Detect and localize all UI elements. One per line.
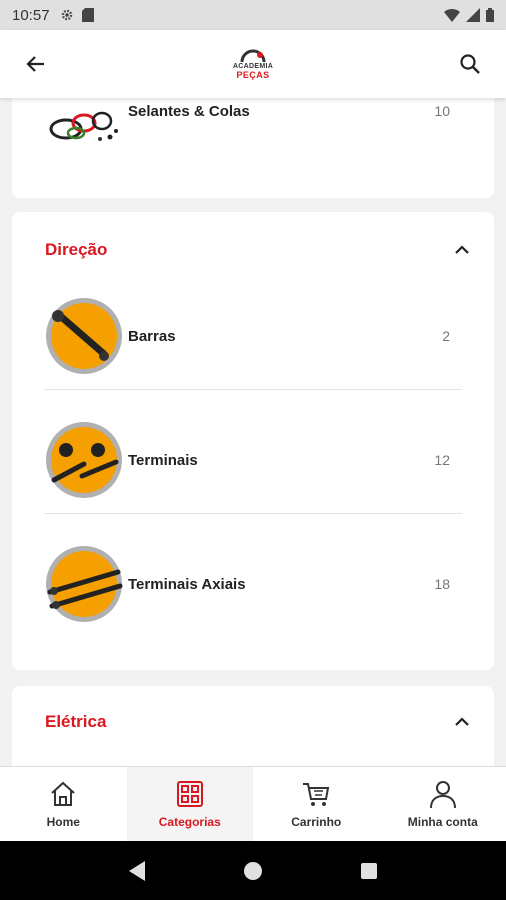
home-circle-icon[interactable]: [242, 860, 264, 882]
subcategory-label: Terminais: [128, 451, 198, 469]
settings-icon: [61, 9, 72, 21]
back-arrow-icon: [26, 56, 44, 72]
search-icon: [460, 54, 480, 74]
selantes-thumbnail: [44, 98, 124, 151]
sd-card-icon: [81, 8, 94, 22]
nav-label: Carrinho: [291, 815, 342, 829]
category-card-eletrica: Elétrica: [12, 686, 494, 766]
subcategory-label: Barras: [128, 327, 176, 345]
nav-home[interactable]: Home: [0, 767, 127, 841]
wifi-icon: [444, 8, 460, 22]
divider: [44, 389, 462, 390]
nav-label: Home: [46, 815, 80, 829]
battery-icon: [486, 8, 494, 22]
user-icon: [429, 781, 456, 809]
subcategory-count: 2: [442, 328, 450, 344]
category-card: Selantes & Colas 10: [12, 98, 494, 198]
subcategory-count: 10: [434, 103, 450, 119]
back-button[interactable]: [16, 44, 56, 84]
subcategory-count: 18: [434, 576, 450, 592]
category-list[interactable]: Selantes & Colas 10 Direção Barras 2 Ter…: [0, 98, 506, 766]
logo-text-top: ACADEMIA: [232, 62, 274, 70]
app-logo: ACADEMIA PEÇAS: [233, 49, 273, 80]
nav-label: Categorias: [158, 815, 221, 829]
recents-square-icon[interactable]: [359, 861, 379, 881]
category-header-eletrica[interactable]: Elétrica: [45, 710, 474, 734]
nav-categorias[interactable]: Categorias: [126, 767, 253, 841]
subcategory-row-terminais[interactable]: Terminais 12: [44, 415, 462, 505]
subcategory-row-selantes[interactable]: Selantes & Colas 10: [44, 98, 462, 156]
category-title: Elétrica: [45, 712, 107, 731]
status-bar: 10:57: [0, 0, 506, 30]
nav-minha-conta[interactable]: Minha conta: [380, 767, 506, 841]
home-icon: [51, 781, 75, 806]
status-time: 10:57: [12, 6, 50, 24]
chevron-up-icon[interactable]: [450, 238, 474, 262]
terminais-thumbnail: [44, 420, 124, 500]
subcategory-row-terminais-axiais[interactable]: Terminais Axiais 18: [44, 539, 462, 629]
subcategory-label: Terminais Axiais: [128, 575, 246, 593]
signal-icon: [466, 8, 480, 22]
bottom-navigation: Home Categorias Carrinho Minha conta: [0, 766, 506, 841]
grid-icon: [176, 781, 203, 807]
category-card-direcao: Direção Barras 2 Terminais 12 Terminais …: [12, 212, 494, 670]
subcategory-label: Selantes & Colas: [128, 102, 250, 120]
back-triangle-icon[interactable]: [127, 860, 147, 882]
app-bar: ACADEMIA PEÇAS: [0, 30, 506, 98]
search-button[interactable]: [450, 44, 490, 84]
system-navigation-bar: [0, 841, 506, 900]
chevron-up-icon[interactable]: [450, 710, 474, 734]
barras-thumbnail: [44, 296, 124, 376]
divider: [44, 513, 462, 514]
category-header-direcao[interactable]: Direção: [45, 238, 474, 262]
logo-emblem-icon: [240, 49, 266, 62]
nav-label: Minha conta: [407, 815, 478, 829]
logo-text-bottom: PEÇAS: [236, 69, 270, 80]
subcategory-row-barras[interactable]: Barras 2: [44, 291, 462, 381]
category-title: Direção: [45, 240, 108, 259]
nav-carrinho[interactable]: Carrinho: [253, 767, 380, 841]
cart-icon: [303, 783, 330, 806]
subcategory-count: 12: [434, 452, 450, 468]
terminais-axiais-thumbnail: [44, 544, 124, 624]
